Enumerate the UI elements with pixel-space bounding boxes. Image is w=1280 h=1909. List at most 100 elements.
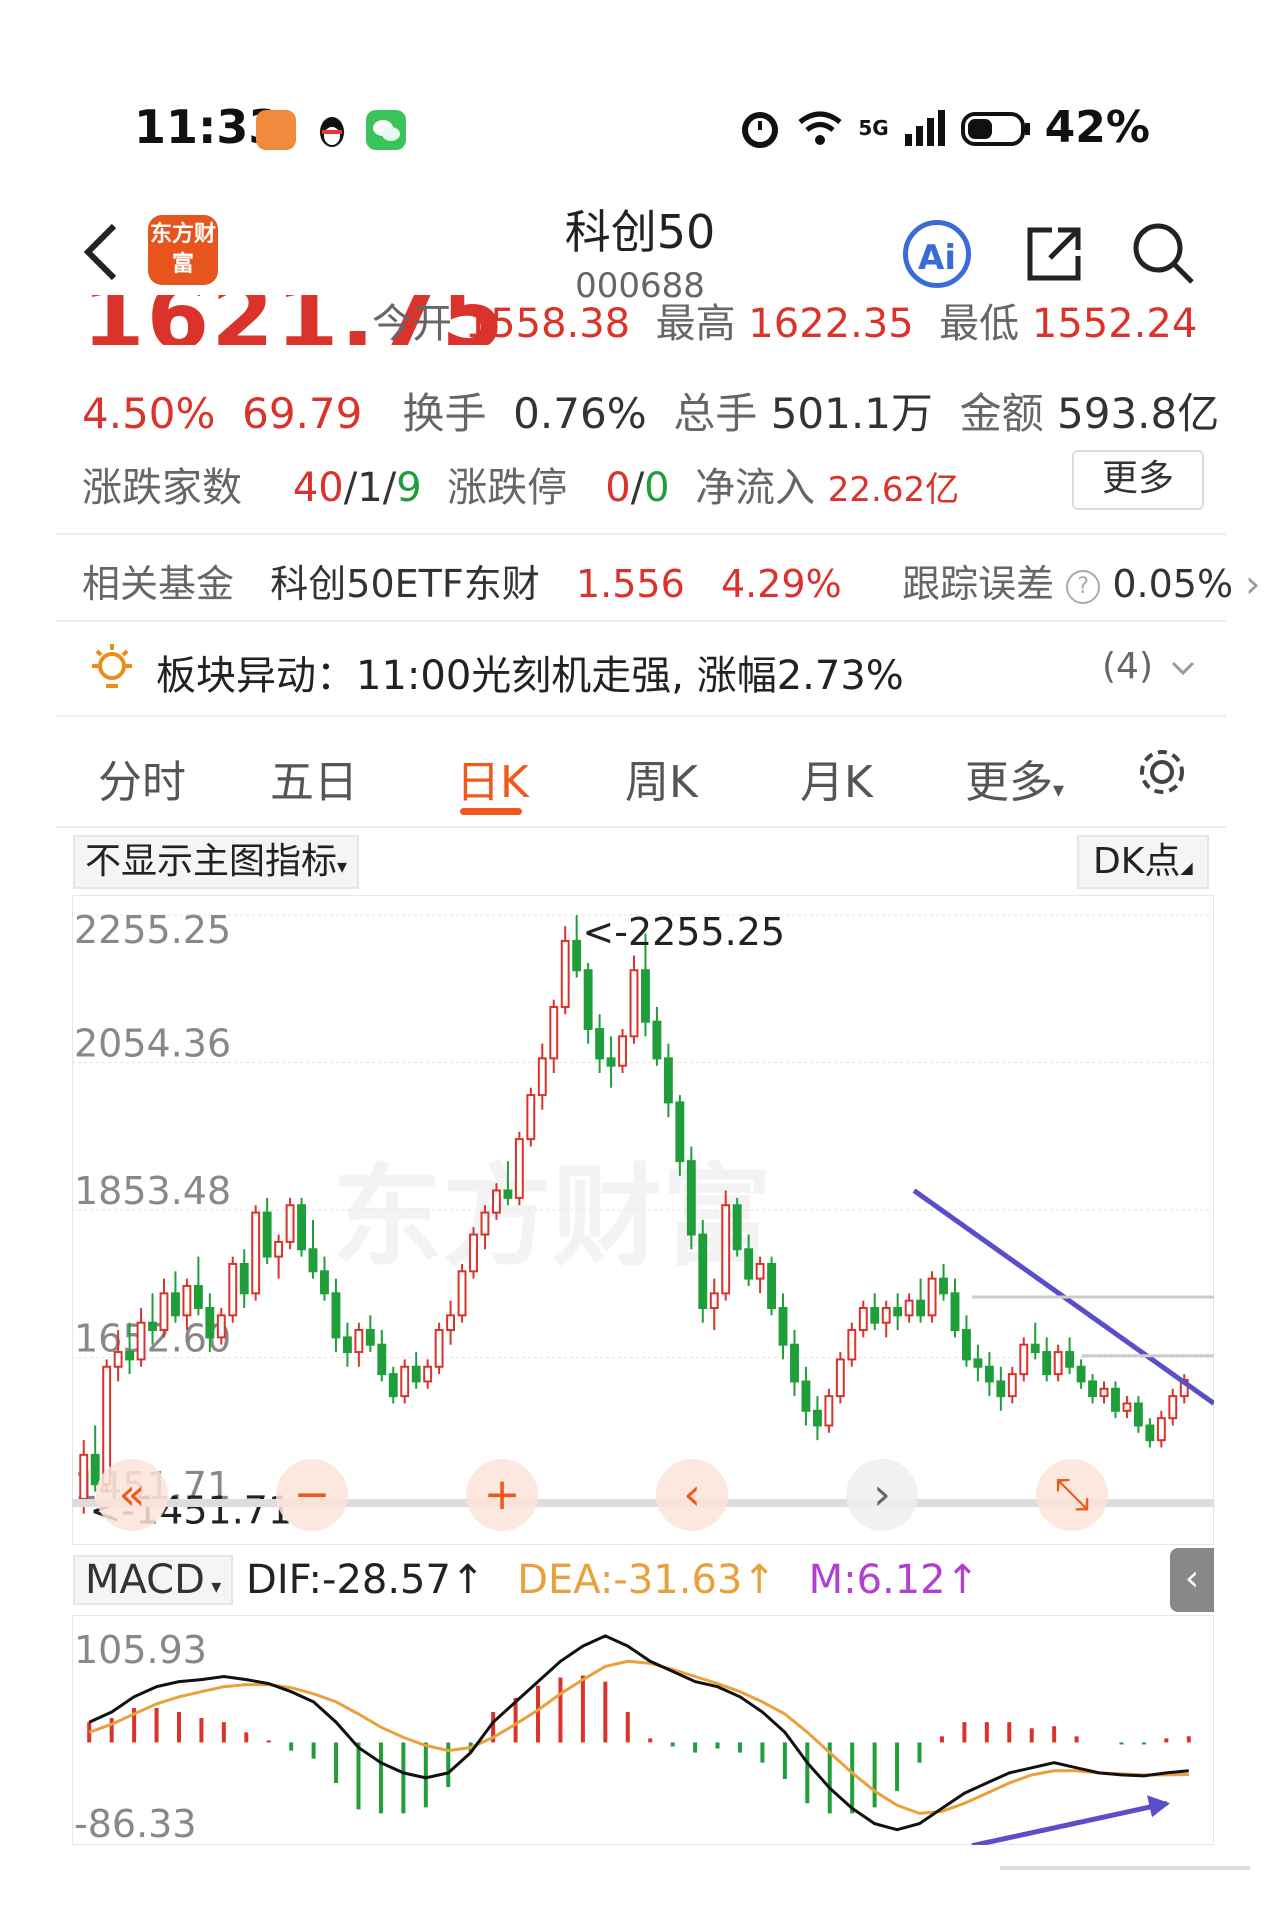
lightbulb-icon [92,644,132,688]
expand-icon: ⤡ [1054,1469,1089,1520]
candle-body [1019,1343,1029,1376]
inflow-value: 22.62亿 [827,470,960,510]
tab-five-day[interactable]: 五日 [270,746,358,810]
candle-body [939,1277,948,1295]
dk-point-button[interactable]: DK点◢ [1077,835,1209,889]
candle-body [675,1101,685,1163]
macd-select[interactable]: MACD ▾ [73,1555,234,1605]
dk-point-label: DK点 [1093,841,1181,882]
ai-button[interactable]: Ai [903,220,971,288]
status-right: 5G 42% [738,102,1150,153]
candle-body [354,1329,364,1354]
zoom-in-icon: + [484,1469,521,1520]
candle-body [159,1292,169,1332]
candle-body [847,1329,857,1361]
more-button[interactable]: 更多 [1072,450,1204,510]
candle-body [480,1211,490,1236]
home-indicator [1000,1866,1250,1870]
candle-body [148,1321,157,1332]
candle-body [778,1307,788,1346]
tab-more-label: 更多 [965,757,1053,808]
kline-chart[interactable]: 东方财富2255.252054.361853.481652.601451.71<… [72,895,1214,1545]
low-label: 最低 [939,301,1020,345]
candle-body [1030,1343,1040,1354]
main-indicator-label: 不显示主图指标 [85,841,338,882]
candle-body [79,1453,89,1500]
candle-body [365,1329,375,1346]
candle-body [1007,1373,1017,1398]
amount-label: 金额 [959,389,1044,438]
chevron-down-icon[interactable] [1170,660,1196,678]
candle-body [1156,1417,1166,1442]
sector-alert[interactable]: 板块异动：11:00光刻机走强, 涨幅2.73% [156,643,904,701]
tab-monthly-k[interactable]: 月K [800,746,873,810]
network-label: 5G [858,115,889,140]
macd-dif: DIF:-28.57↑ [246,1557,485,1603]
settings-gear-icon[interactable] [1134,744,1190,800]
candle-body [537,1057,547,1097]
candle-body [618,1035,627,1067]
candle-body [767,1262,777,1310]
tab-daily-k[interactable]: 日K [456,746,529,810]
candle-body [1065,1351,1075,1368]
candle-body [216,1314,226,1339]
candle-body [251,1211,261,1295]
tab-more[interactable]: 更多▾ [965,746,1064,810]
candle-body [916,1299,926,1317]
candle-body [583,969,593,1030]
candle-body [686,1160,696,1236]
help-icon[interactable]: ? [1066,569,1101,604]
share-icon[interactable] [1022,222,1086,286]
candle-body [320,1270,329,1295]
turnover-value: 0.76% [513,389,647,438]
macd-y-tick-label: -86.33 [74,1802,197,1845]
breadth-down: 9 [396,465,422,511]
collapse-panel-button[interactable]: ‹ [1170,1548,1214,1612]
candle-body [790,1343,799,1383]
candle-body [893,1307,903,1317]
candle-body [881,1307,891,1324]
candle-body [514,1138,524,1199]
related-fund-row[interactable]: 相关基金 科创50ETF东财 1.556 4.29% 跟踪误差 ? 0.05% … [82,553,1260,608]
candle-body [285,1204,295,1243]
y-tick-label: 2054.36 [74,1022,231,1066]
candle-body [629,969,639,1038]
candle-body [927,1277,937,1317]
candle-body [331,1292,341,1339]
breadth-up: 40 [292,465,344,511]
candle-body [572,939,582,972]
candle-body [698,1233,708,1310]
change-value: 69.79 [242,389,363,438]
inflow-label: 净流入 [695,465,816,511]
fund-price: 1.556 [575,562,685,606]
candle-body [1053,1351,1063,1376]
zoom-out-icon: − [294,1469,331,1520]
candle-body [503,1189,513,1199]
candle-body [721,1204,731,1295]
fund-label: 相关基金 [82,562,235,606]
candle-body [641,969,650,1023]
candle-body [125,1351,135,1361]
candle-body [1076,1365,1086,1383]
candle-body [1122,1402,1132,1412]
main-indicator-select[interactable]: 不显示主图指标▾ [73,835,360,889]
macd-y-tick-label: 105.93 [74,1628,207,1672]
limit-down: 0 [644,465,670,511]
battery-level: 42% [1044,102,1150,153]
macd-chart: 105.93 -86.33 [72,1615,1214,1845]
macd-header: MACD ▾ DIF:-28.57↑ DEA:-31.63↑ M:6.12↑ [73,1555,979,1605]
search-icon[interactable] [1130,220,1196,286]
fast-back-icon: « [119,1469,146,1520]
candle-body [549,1005,559,1060]
candle-body [193,1284,203,1310]
breadth-flat: 1 [357,465,383,511]
candle-body [962,1329,971,1361]
candle-body [1088,1380,1097,1398]
volume-label: 总手 [673,389,758,438]
divider [56,620,1226,622]
tab-weekly-k[interactable]: 周K [625,746,698,810]
candle-body [113,1351,123,1368]
tab-intraday[interactable]: 分时 [98,746,186,810]
candle-body [824,1395,834,1427]
candle-body [744,1248,754,1280]
